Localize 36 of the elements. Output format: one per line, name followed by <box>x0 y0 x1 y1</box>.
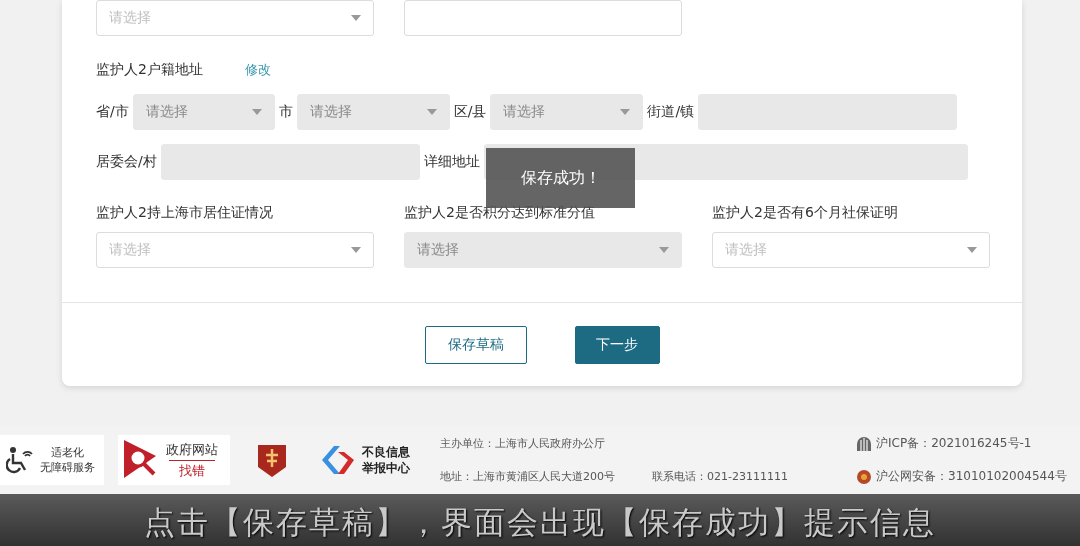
question-label: 监护人2持上海市居住证情况 <box>96 204 274 222</box>
save-draft-button[interactable]: 保存草稿 <box>424 326 527 364</box>
address-text: 地址：上海市黄浦区人民大道200号 <box>440 469 616 484</box>
badge-text[interactable]: 不良信息 <box>362 444 410 460</box>
field-label: 详细地址 <box>423 153 480 171</box>
field-label: 市 <box>278 103 293 121</box>
caret-icon <box>351 247 361 253</box>
caret-icon <box>967 247 977 253</box>
field-label: 居委会/村 <box>96 153 157 171</box>
input-field[interactable] <box>404 0 682 36</box>
badge-text[interactable]: 政府网站 <box>166 439 218 460</box>
police-badge-icon <box>856 468 872 485</box>
caret-icon <box>251 109 262 115</box>
caret-icon <box>620 109 631 115</box>
badge-text[interactable]: 无障碍服务 <box>40 460 95 475</box>
police-record-text[interactable]: 沪公网安备：31010102004544号 <box>876 468 1067 485</box>
caret-icon <box>351 15 361 21</box>
field-label: 区/县 <box>453 103 487 121</box>
field-label: 街道/镇 <box>647 103 695 121</box>
edit-link[interactable]: 修改 <box>244 61 271 79</box>
caret-icon <box>659 247 669 253</box>
badge-text[interactable]: 举报中心 <box>362 460 410 476</box>
icp-text[interactable]: 沪ICP备：2021016245号-1 <box>876 435 1032 452</box>
caret-icon <box>426 109 437 115</box>
wheelchair-icon <box>6 445 34 475</box>
question-label: 监护人2是否有6个月社保证明 <box>712 204 899 222</box>
badge-text[interactable]: 适老化 <box>51 445 84 460</box>
subtitle-text: 点击【保存草稿】，界面会出现【保存成功】提示信息 <box>144 503 936 542</box>
next-button[interactable]: 下一步 <box>574 326 660 364</box>
field-label: 省/市 <box>96 103 129 121</box>
save-success-toast: 保存成功！ <box>486 148 635 208</box>
phone-text: 联系电话：021-23111111 <box>652 469 789 484</box>
section-title: 监护人2户籍地址 <box>96 61 203 79</box>
badge-text[interactable]: 找错 <box>169 459 215 481</box>
building-icon <box>856 435 872 452</box>
host-text: 主办单位：上海市人民政府办公厅 <box>440 436 606 451</box>
